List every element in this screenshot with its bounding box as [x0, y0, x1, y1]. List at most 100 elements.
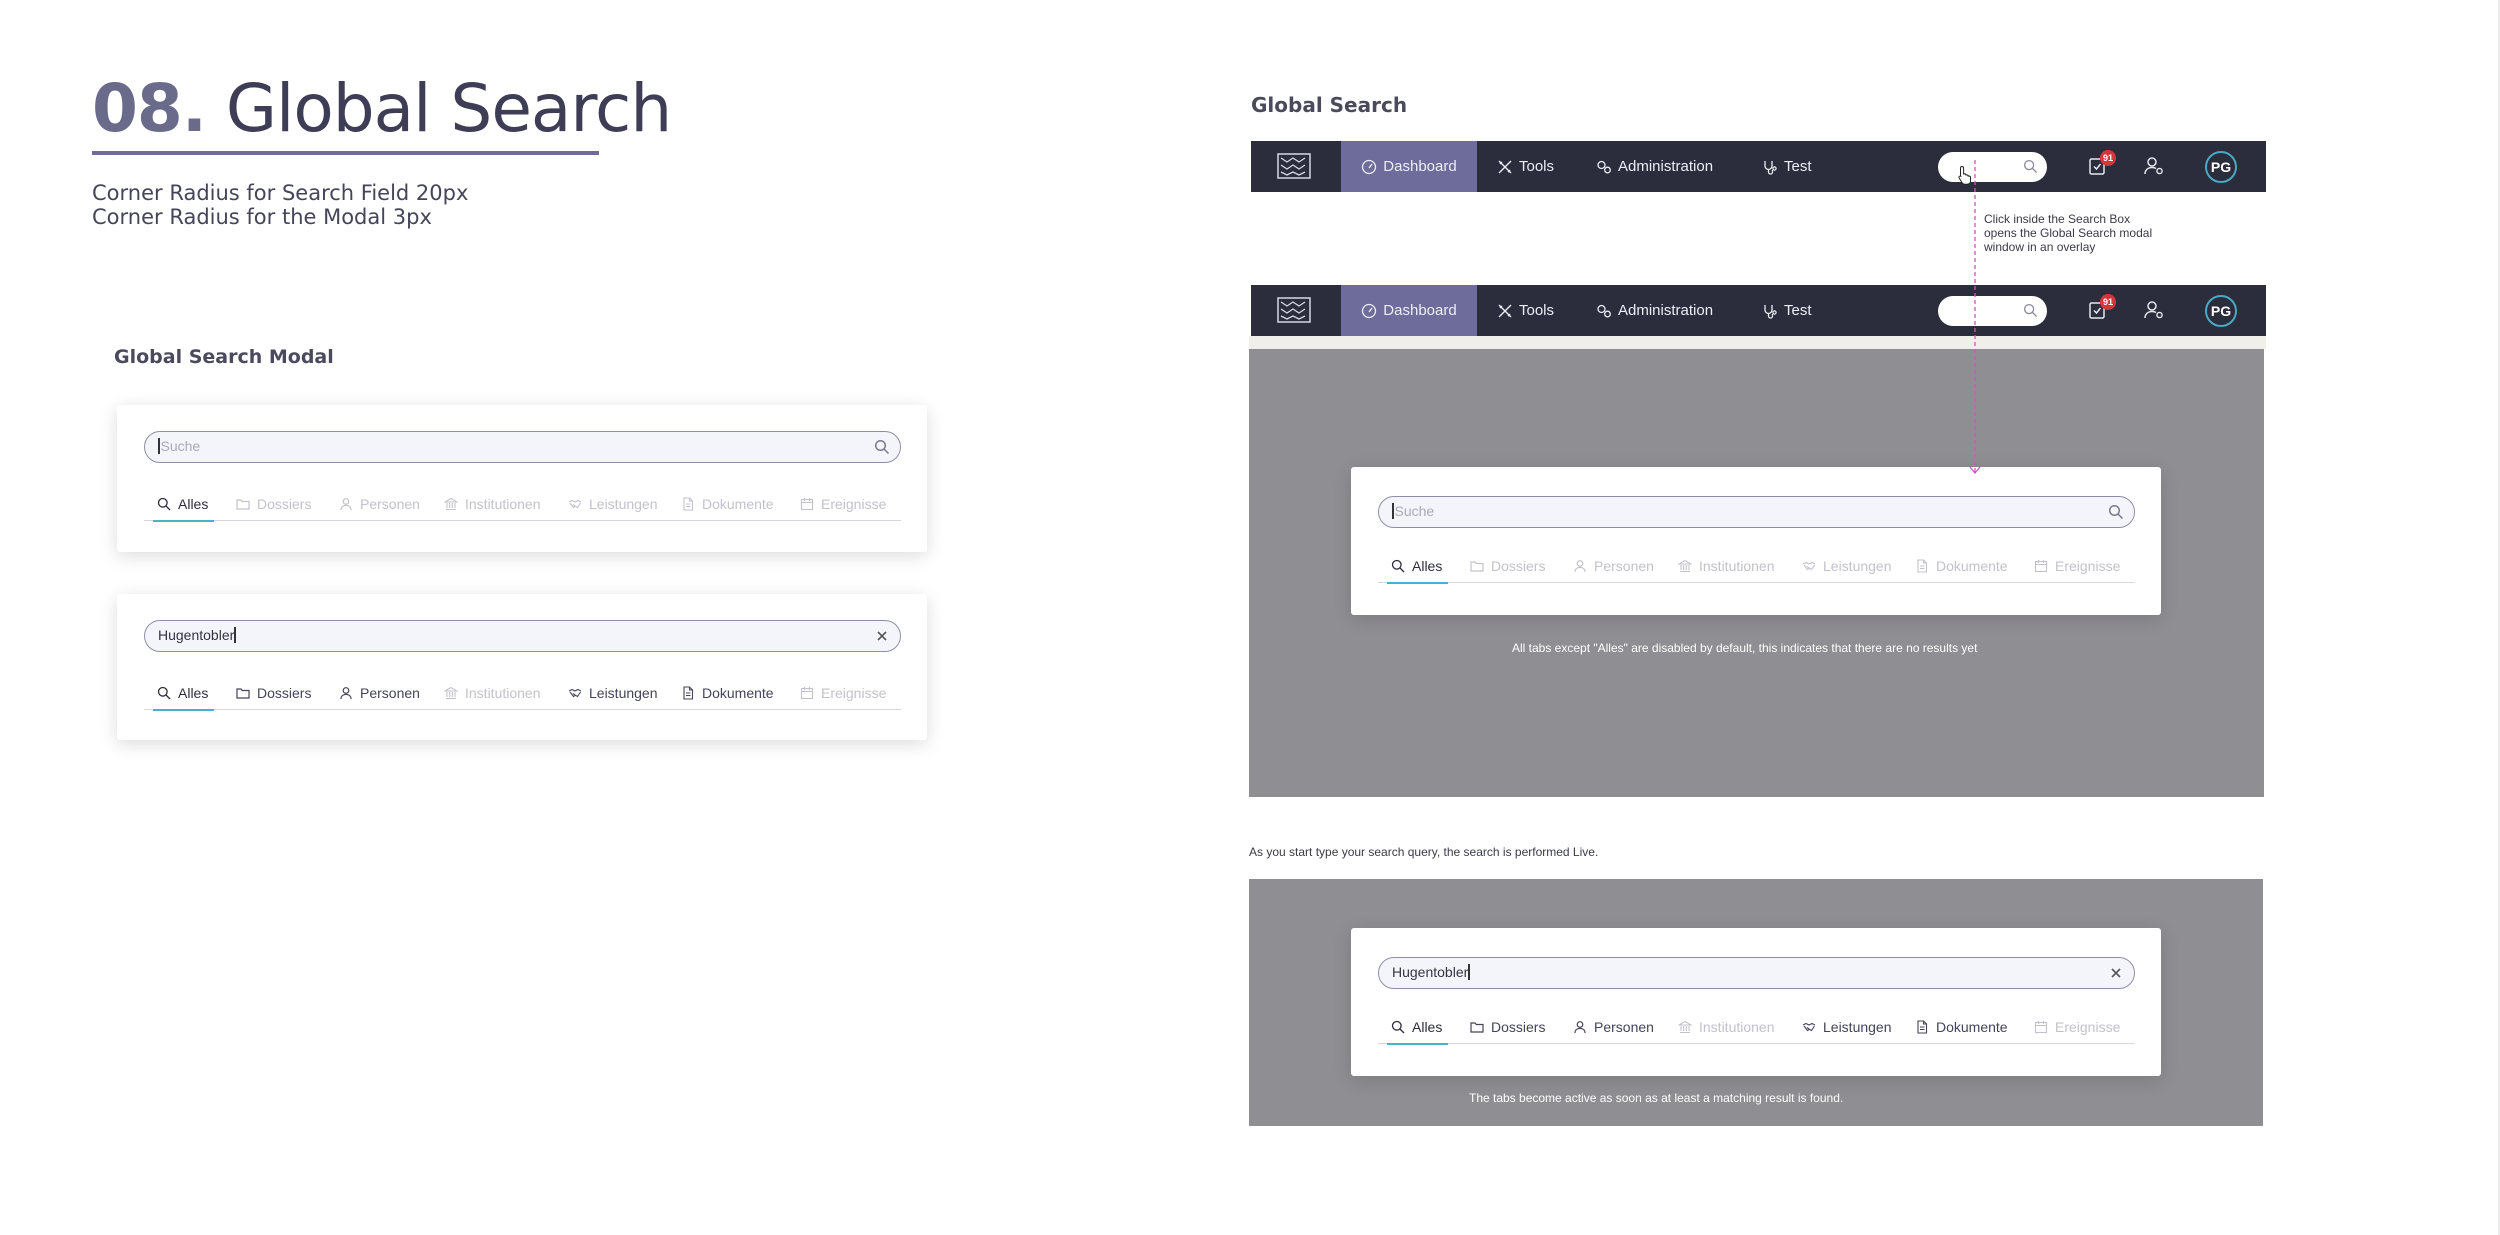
handshake-icon [568, 688, 582, 698]
search-tabs: Alles Dossiers Personen Institutionen Le… [1378, 1010, 2135, 1045]
tab-institutionen: Institutionen [1678, 549, 1775, 583]
search-icon[interactable] [2023, 159, 2038, 174]
gears-icon [1597, 304, 1611, 317]
top-navbar-overlay-state: Dashboard Tools Administration Test 91 P… [1251, 285, 2266, 336]
institution-icon [444, 686, 458, 700]
calendar-icon [2034, 560, 2048, 573]
tab-dokumente: Dokumente [1915, 549, 2008, 583]
user-settings-icon[interactable] [2143, 299, 2165, 321]
tab-personen: Personen [339, 487, 420, 521]
tab-alles[interactable]: Alles [1386, 549, 1449, 584]
tab-ereignisse: Ereignisse [800, 676, 886, 710]
search-icon [157, 686, 171, 700]
navbar-search-box[interactable] [1938, 296, 2047, 326]
handshake-icon [1802, 1022, 1816, 1032]
nav-administration[interactable]: Administration [1596, 285, 1713, 336]
document-icon [683, 497, 694, 511]
logo-icon[interactable] [1277, 153, 1311, 179]
search-placeholder: Suche [1392, 503, 1434, 519]
search-input[interactable]: Hugentobler [144, 620, 901, 652]
global-search-label: Global Search [1251, 93, 1408, 117]
tab-dokumente[interactable]: Dokumente [681, 676, 774, 710]
dashboard-icon [1362, 159, 1377, 174]
modal-overlay-empty: Suche Alles Dossiers Personen Institutio… [1249, 349, 2264, 797]
tab-dossiers[interactable]: Dossiers [1470, 1010, 1545, 1044]
annotation-connector [1969, 160, 1981, 475]
tab-personen[interactable]: Personen [1573, 1010, 1654, 1044]
document-icon [1917, 1020, 1928, 1034]
person-icon [340, 498, 352, 511]
nav-test[interactable]: Test [1762, 141, 1812, 192]
tab-dokumente: Dokumente [681, 487, 774, 521]
search-input[interactable]: Suche [1378, 496, 2135, 528]
tab-institutionen: Institutionen [444, 676, 541, 710]
institution-icon [1678, 1020, 1692, 1034]
search-icon[interactable] [874, 439, 890, 455]
folder-icon [1470, 561, 1484, 572]
avatar[interactable]: PG [2205, 151, 2237, 183]
nav-tools[interactable]: Tools [1497, 285, 1554, 336]
search-tabs: Alles Dossiers Personen Institutionen Le… [144, 676, 901, 711]
search-tabs: Alles Dossiers Personen Institutionen Le… [1378, 549, 2135, 584]
gears-icon [1597, 160, 1611, 173]
page-strip [1249, 336, 2266, 349]
search-tabs: Alles Dossiers Personen Institutionen Le… [144, 487, 901, 522]
nav-test[interactable]: Test [1762, 285, 1812, 336]
search-icon [157, 497, 171, 511]
tab-leistungen[interactable]: Leistungen [1802, 1010, 1892, 1044]
navbar-search-box[interactable] [1938, 152, 2047, 185]
document-icon [683, 686, 694, 700]
tools-icon [1498, 160, 1512, 173]
institution-icon [1678, 559, 1692, 573]
modal-section-label: Global Search Modal [114, 346, 334, 368]
tab-ereignisse: Ereignisse [2034, 1010, 2120, 1044]
tab-dossiers: Dossiers [236, 487, 311, 521]
search-modal-filled: Hugentobler Alles Dossiers Personen Inst… [1351, 928, 2161, 1076]
tab-alles[interactable]: Alles [152, 487, 215, 522]
folder-icon [236, 499, 250, 510]
tab-dossiers: Dossiers [1470, 549, 1545, 583]
folder-icon [236, 688, 250, 699]
handshake-icon [1802, 561, 1816, 571]
top-navbar: Dashboard Tools Administration Test 91 P… [1251, 141, 2266, 192]
stethoscope-icon [1764, 304, 1777, 319]
search-icon[interactable] [2108, 504, 2124, 520]
tools-icon [1498, 304, 1512, 317]
search-icon[interactable] [2023, 303, 2038, 318]
tab-dossiers[interactable]: Dossiers [236, 676, 311, 710]
search-value: Hugentobler [158, 627, 236, 643]
search-placeholder: Suche [158, 438, 200, 454]
live-search-annotation: As you start type your search query, the… [1249, 845, 1599, 859]
clear-icon[interactable] [874, 628, 890, 644]
search-input[interactable]: Hugentobler [1378, 957, 2135, 989]
note-search-radius: Corner Radius for Search Field 20px [92, 181, 469, 205]
search-value: Hugentobler [1392, 964, 1470, 980]
folder-icon [1470, 1022, 1484, 1033]
active-tabs-annotation: The tabs become active as soon as at lea… [1469, 1091, 1844, 1105]
tab-ereignisse: Ereignisse [2034, 549, 2120, 583]
nav-administration[interactable]: Administration [1596, 141, 1713, 192]
tab-dokumente[interactable]: Dokumente [1915, 1010, 2008, 1044]
note-modal-radius: Corner Radius for the Modal 3px [92, 205, 432, 229]
section-number: 08. [92, 70, 207, 147]
nav-dashboard[interactable]: Dashboard [1341, 285, 1477, 336]
modal-overlay-filled: Hugentobler Alles Dossiers Personen Inst… [1249, 879, 2263, 1126]
tab-ereignisse: Ereignisse [800, 487, 886, 521]
tab-alles[interactable]: Alles [152, 676, 215, 711]
section-title: Global Search [225, 70, 672, 147]
nav-dashboard[interactable]: Dashboard [1341, 141, 1477, 192]
document-icon [1917, 559, 1928, 573]
clear-icon[interactable] [2108, 965, 2124, 981]
tab-leistungen[interactable]: Leistungen [568, 676, 658, 710]
logo-icon[interactable] [1277, 297, 1311, 323]
tab-alles[interactable]: Alles [1386, 1010, 1449, 1045]
calendar-icon [2034, 1021, 2048, 1034]
notification-badge: 91 [2100, 150, 2116, 166]
nav-tools[interactable]: Tools [1497, 141, 1554, 192]
tab-personen[interactable]: Personen [339, 676, 420, 710]
avatar[interactable]: PG [2205, 295, 2237, 327]
search-input[interactable]: Suche [144, 431, 901, 463]
user-settings-icon[interactable] [2143, 155, 2165, 177]
tab-institutionen: Institutionen [444, 487, 541, 521]
calendar-icon [800, 498, 814, 511]
